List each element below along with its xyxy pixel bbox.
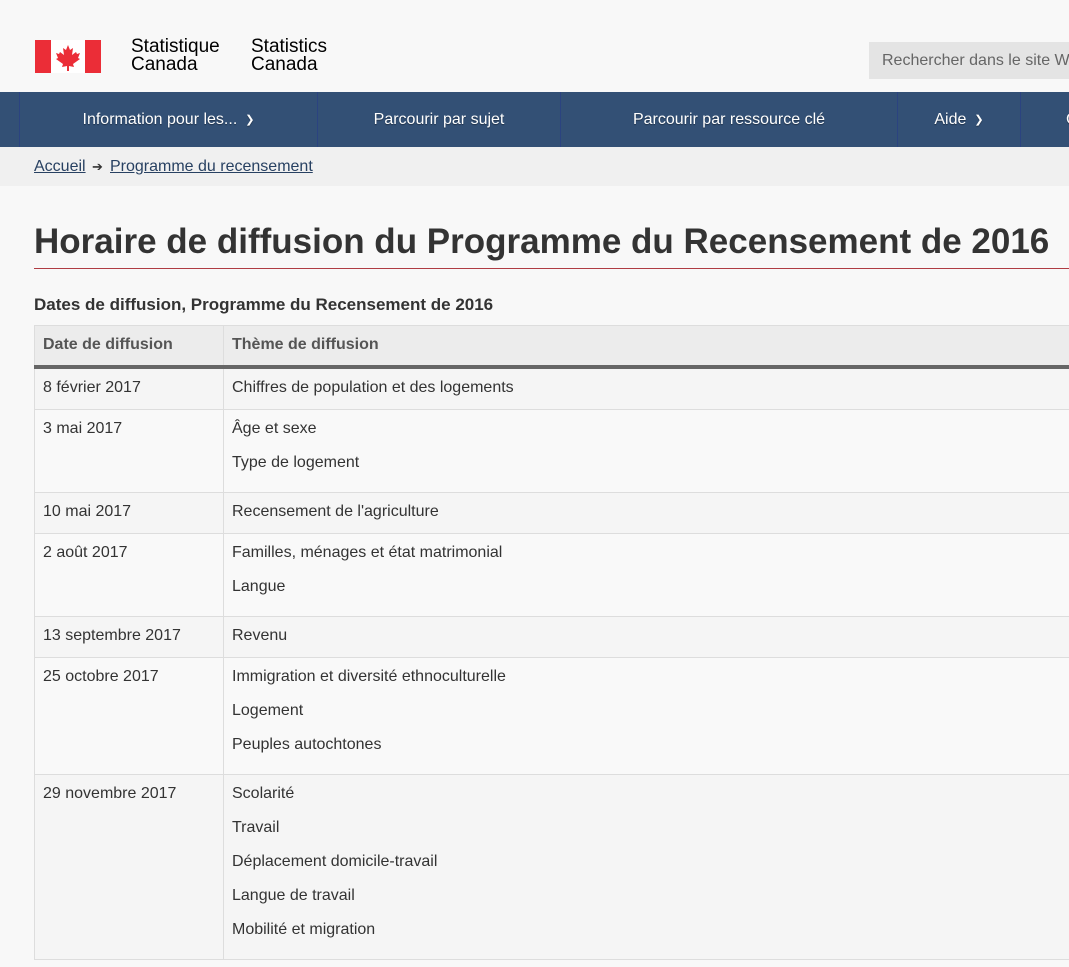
main-navigation: Information pour les... ❯ Parcourir par s… <box>0 92 1069 147</box>
nav-item-information[interactable]: Information pour les... ❯ <box>19 92 317 147</box>
table-row: 13 septembre 2017 Revenu <box>34 615 1069 658</box>
table-row: 3 mai 2017 Âge et sexe Type de logement <box>34 408 1069 493</box>
release-date-cell: 10 mai 2017 <box>34 491 224 534</box>
chevron-down-icon: ❯ <box>245 114 255 126</box>
theme-item: Travail <box>232 818 280 836</box>
release-date-cell: 13 septembre 2017 <box>34 615 224 658</box>
page-title: Horaire de diffusion du Programme du Rec… <box>34 222 1050 261</box>
release-theme-cell: Revenu <box>223 615 1069 658</box>
table-body: 8 février 2017 Chiffres de population et … <box>34 366 1069 960</box>
nav-item-key-resources[interactable]: Parcourir par ressource clé <box>560 92 897 147</box>
table-row: 8 février 2017 Chiffres de population et … <box>34 366 1069 410</box>
release-theme-cell: Scolarité Travail Déplacement domicile-tra… <box>223 773 1069 960</box>
theme-item: Langue <box>232 577 286 595</box>
table-row: 10 mai 2017 Recensement de l'agriculture <box>34 491 1069 534</box>
release-date-cell: 2 août 2017 <box>34 532 224 617</box>
release-date-cell: 3 mai 2017 <box>34 408 224 493</box>
canada-flag-icon[interactable] <box>35 40 101 73</box>
chevron-down-icon: ❯ <box>974 114 984 126</box>
signature-en-line2: Canada <box>251 54 318 75</box>
release-theme-cell: Recensement de l'agriculture <box>223 491 1069 534</box>
theme-item: Logement <box>232 701 304 719</box>
theme-item: Âge et sexe <box>232 419 317 437</box>
theme-item: Type de logement <box>232 453 360 471</box>
theme-item: Immigration et diversité ethnoculturelle <box>232 667 506 685</box>
table-row: 25 octobre 2017 Immigration et diversité … <box>34 656 1069 775</box>
theme-item: Mobilité et migration <box>232 920 376 938</box>
release-theme-cell: Chiffres de population et des logements <box>223 366 1069 410</box>
breadcrumb-census-link[interactable]: Programme du recensement <box>110 147 313 186</box>
release-date-cell: 8 février 2017 <box>34 366 224 410</box>
nav-item-label: Parcourir par ressource clé <box>632 111 826 128</box>
release-schedule-table: Date de diffusion Thème de diffusion 8 f… <box>34 325 1069 960</box>
site-header: Statistique Canada Statistics Canada Rec… <box>0 0 1069 92</box>
theme-item: Langue de travail <box>232 886 355 904</box>
nav-item-subjects[interactable]: Parcourir par sujet <box>317 92 560 147</box>
table-row: 2 août 2017 Familles, ménages et état mat… <box>34 532 1069 617</box>
search-input[interactable]: Rechercher dans le site Web <box>869 42 1069 79</box>
release-theme-cell: Familles, ménages et état matrimonial Lan… <box>223 532 1069 617</box>
breadcrumb: Accueil ➔ Programme du recensement <box>0 147 1069 186</box>
theme-item: Familles, ménages et état matrimonial <box>232 543 503 561</box>
theme-item: Chiffres de population et des logements <box>232 378 514 396</box>
title-divider <box>34 268 1069 269</box>
signature-french[interactable]: Statistique Canada <box>131 37 220 75</box>
nav-item-label: Parcourir par sujet <box>373 111 505 128</box>
release-date-cell: 25 octobre 2017 <box>34 656 224 775</box>
breadcrumb-home-link[interactable]: Accueil <box>34 147 86 186</box>
nav-item-help[interactable]: Aide ❯ <box>897 92 1020 147</box>
theme-item: Recensement de l'agriculture <box>232 502 439 520</box>
table-row: 29 novembre 2017 Scolarité Travail Déplacem… <box>34 773 1069 960</box>
theme-item: Revenu <box>232 626 288 644</box>
release-theme-cell: Âge et sexe Type de logement <box>223 408 1069 493</box>
column-header-date: Date de diffusion <box>34 325 224 369</box>
release-date-cell: 29 novembre 2017 <box>34 773 224 960</box>
release-theme-cell: Immigration et diversité ethnoculturelle… <box>223 656 1069 775</box>
nav-item-label: Information pour les... <box>82 111 238 128</box>
signature-fr-line2: Canada <box>131 54 198 75</box>
theme-item: Scolarité <box>232 784 295 802</box>
nav-item-label: Aide <box>934 111 967 128</box>
column-header-theme: Thème de diffusion <box>223 325 1069 369</box>
breadcrumb-arrow-icon: ➔ <box>92 159 103 174</box>
nav-item-truncated[interactable]: C <box>1020 92 1069 147</box>
table-caption: Dates de diffusion, Programme du Recense… <box>34 295 494 314</box>
theme-item: Déplacement domicile-travail <box>232 852 438 870</box>
signature-english[interactable]: Statistics Canada <box>251 37 327 75</box>
theme-item: Peuples autochtones <box>232 735 382 753</box>
table-header-row: Date de diffusion Thème de diffusion <box>34 325 1069 369</box>
